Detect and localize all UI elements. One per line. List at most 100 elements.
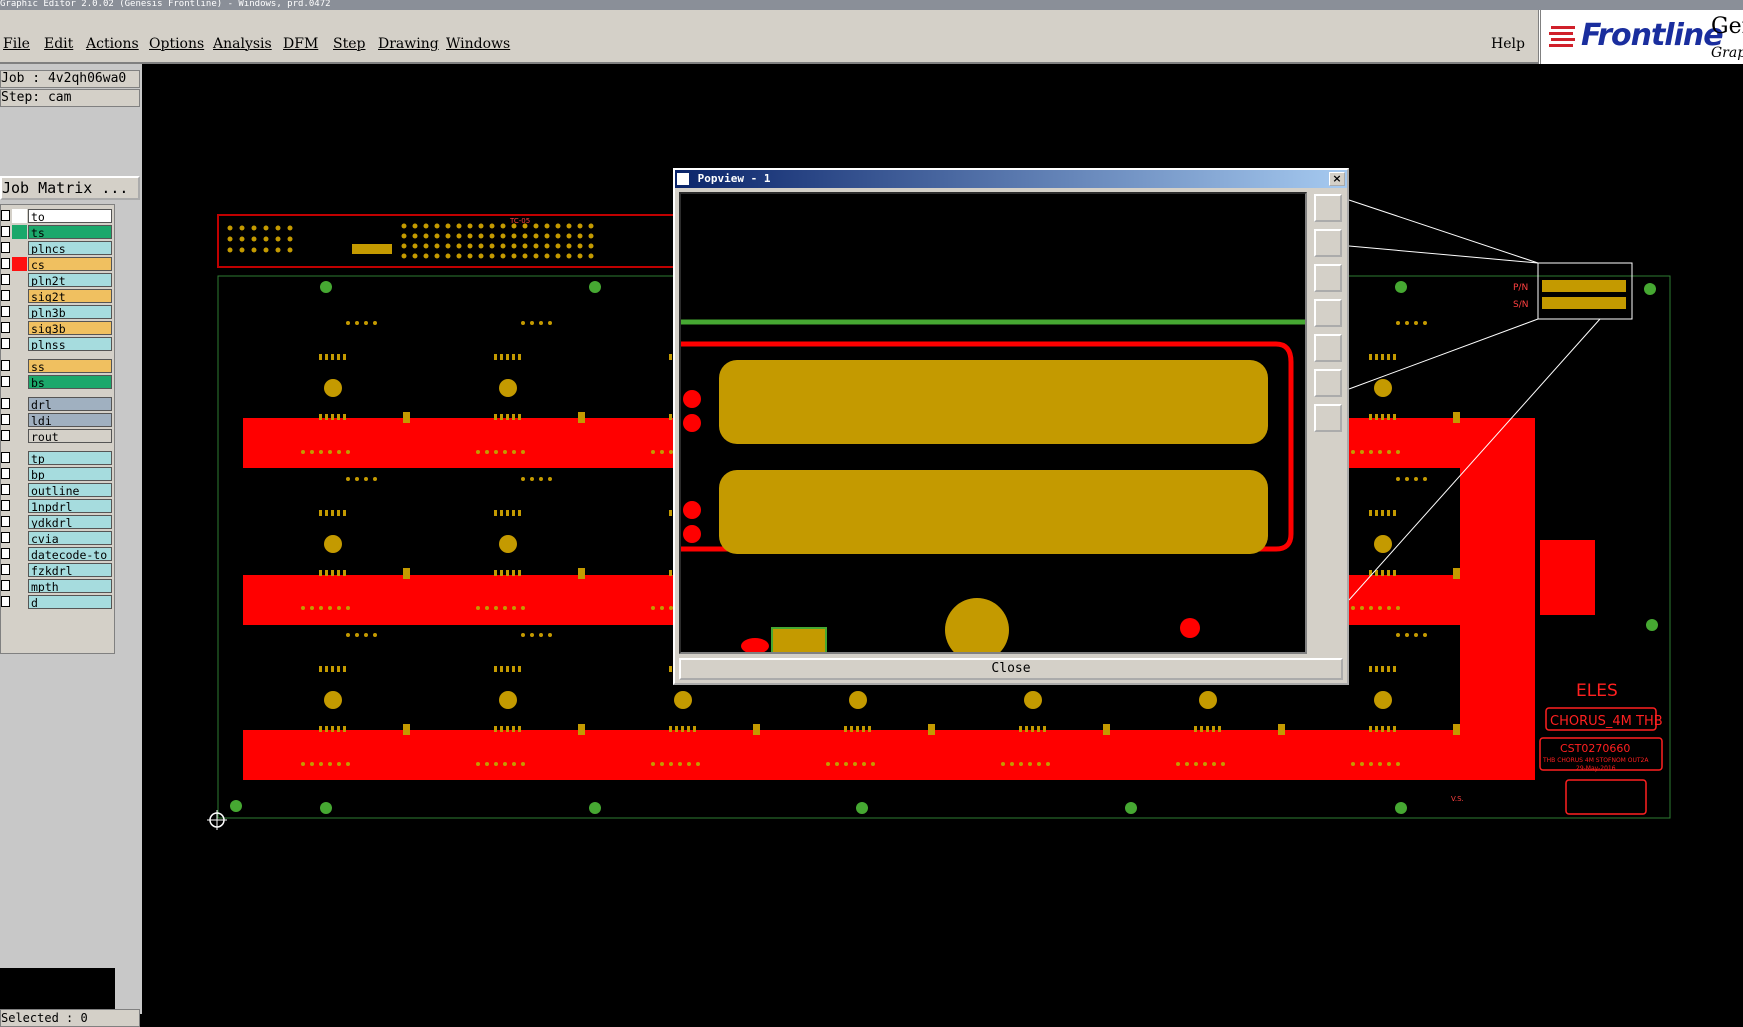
layer-checkbox[interactable] (1, 548, 10, 559)
layer-checkbox[interactable] (1, 376, 10, 387)
popview-title-bar[interactable]: Popview - 1 × (675, 170, 1347, 188)
layer-checkbox[interactable] (1, 500, 10, 511)
layer-color-swatch[interactable] (12, 483, 27, 497)
layer-checkbox[interactable] (1, 564, 10, 575)
layer-color-swatch[interactable] (12, 257, 27, 271)
layer-name[interactable]: pln3b (28, 305, 112, 319)
layer-row-ydkdrl[interactable]: ydkdrl (1, 515, 113, 529)
menu-analysis[interactable]: Analysis (213, 36, 272, 52)
layer-name[interactable]: fzkdrl (28, 563, 112, 577)
layer-name[interactable]: tp (28, 451, 112, 465)
layer-checkbox[interactable] (1, 414, 10, 425)
layer-row-sig3b[interactable]: sig3b (1, 321, 113, 335)
layer-name[interactable]: rout (28, 429, 112, 443)
layer-name[interactable]: d (28, 595, 112, 609)
layer-checkbox[interactable] (1, 430, 10, 441)
layer-name[interactable]: cs (28, 257, 112, 271)
layer-name[interactable]: bp (28, 467, 112, 481)
pan-down-icon[interactable] (1314, 264, 1342, 292)
layer-checkbox[interactable] (1, 452, 10, 463)
layer-checkbox[interactable] (1, 290, 10, 301)
layer-name[interactable]: datecode-to (28, 547, 112, 561)
layer-color-swatch[interactable] (12, 375, 27, 389)
layer-row-rout[interactable]: rout (1, 429, 113, 443)
layer-checkbox[interactable] (1, 468, 10, 479)
layer-checkbox[interactable] (1, 596, 10, 607)
layer-color-swatch[interactable] (12, 209, 27, 223)
layer-name[interactable]: plnss (28, 337, 112, 351)
layer-name[interactable]: sig3b (28, 321, 112, 335)
menu-drawing[interactable]: Drawing (378, 36, 439, 52)
layer-row-ldi[interactable]: ldi (1, 413, 113, 427)
layer-color-swatch[interactable] (12, 359, 27, 373)
layer-color-swatch[interactable] (12, 429, 27, 443)
layer-name[interactable]: mpth (28, 579, 112, 593)
layer-name[interactable]: sig2t (28, 289, 112, 303)
layer-color-swatch[interactable] (12, 273, 27, 287)
zoom-home-icon[interactable] (1314, 194, 1342, 222)
layer-color-swatch[interactable] (12, 531, 27, 545)
layer-name[interactable]: pln2t (28, 273, 112, 287)
layer-name[interactable]: ss (28, 359, 112, 373)
layer-checkbox[interactable] (1, 242, 10, 253)
close-icon[interactable]: × (1329, 172, 1345, 186)
layer-row-drl[interactable]: drl (1, 397, 113, 411)
layer-checkbox[interactable] (1, 226, 10, 237)
layer-color-swatch[interactable] (12, 515, 27, 529)
layer-name[interactable]: cvia (28, 531, 112, 545)
pan-up-icon[interactable] (1314, 229, 1342, 257)
layer-list-scroll-area[interactable] (115, 204, 142, 1014)
layer-color-swatch[interactable] (12, 305, 27, 319)
menu-actions[interactable]: Actions (86, 36, 139, 52)
layer-row-bs[interactable]: bs (1, 375, 113, 389)
layer-color-swatch[interactable] (12, 467, 27, 481)
close-button[interactable]: Close (679, 658, 1343, 680)
layer-row-bp[interactable]: bp (1, 467, 113, 481)
layer-checkbox[interactable] (1, 338, 10, 349)
layer-color-swatch[interactable] (12, 595, 27, 609)
layer-color-swatch[interactable] (12, 579, 27, 593)
layer-row-1npdrl[interactable]: 1npdrl (1, 499, 113, 513)
layer-checkbox[interactable] (1, 532, 10, 543)
layer-row-outline[interactable]: outline (1, 483, 113, 497)
layer-checkbox[interactable] (1, 580, 10, 591)
layer-row-plncs[interactable]: plncs (1, 241, 113, 255)
layer-row-cvia[interactable]: cvia (1, 531, 113, 545)
pan-left-icon[interactable] (1314, 299, 1342, 327)
layer-name[interactable]: to (28, 209, 112, 223)
layer-row-d[interactable]: d (1, 595, 113, 609)
layer-color-swatch[interactable] (12, 225, 27, 239)
job-matrix-button[interactable]: Job Matrix ... (0, 176, 140, 200)
layer-color-swatch[interactable] (12, 289, 27, 303)
menu-options[interactable]: Options (149, 36, 204, 52)
layer-name[interactable]: ts (28, 225, 112, 239)
layer-name[interactable]: drl (28, 397, 112, 411)
menu-dfm[interactable]: DFM (283, 36, 318, 52)
layer-checkbox[interactable] (1, 516, 10, 527)
layer-color-swatch[interactable] (12, 413, 27, 427)
layer-checkbox[interactable] (1, 210, 10, 221)
layer-name[interactable]: outline (28, 483, 112, 497)
layer-row-mpth[interactable]: mpth (1, 579, 113, 593)
menu-file[interactable]: File (3, 36, 30, 52)
layer-color-swatch[interactable] (12, 451, 27, 465)
layer-checkbox[interactable] (1, 274, 10, 285)
layer-name[interactable]: plncs (28, 241, 112, 255)
layer-row-fzkdrl[interactable]: fzkdrl (1, 563, 113, 577)
layer-name[interactable]: 1npdrl (28, 499, 112, 513)
menu-windows[interactable]: Windows (446, 36, 510, 52)
menu-step[interactable]: Step (333, 36, 365, 52)
layer-color-swatch[interactable] (12, 397, 27, 411)
layer-color-swatch[interactable] (12, 337, 27, 351)
layer-checkbox[interactable] (1, 398, 10, 409)
menu-edit[interactable]: Edit (44, 36, 73, 52)
menu-help[interactable]: Help (1491, 36, 1525, 52)
layer-row-to[interactable]: to (1, 209, 113, 223)
layer-row-pln2t[interactable]: pln2t (1, 273, 113, 287)
layer-row-plnss[interactable]: plnss (1, 337, 113, 351)
popview-canvas[interactable] (679, 192, 1307, 662)
layer-color-swatch[interactable] (12, 321, 27, 335)
layer-checkbox[interactable] (1, 484, 10, 495)
layer-row-pln3b[interactable]: pln3b (1, 305, 113, 319)
layer-color-swatch[interactable] (12, 547, 27, 561)
